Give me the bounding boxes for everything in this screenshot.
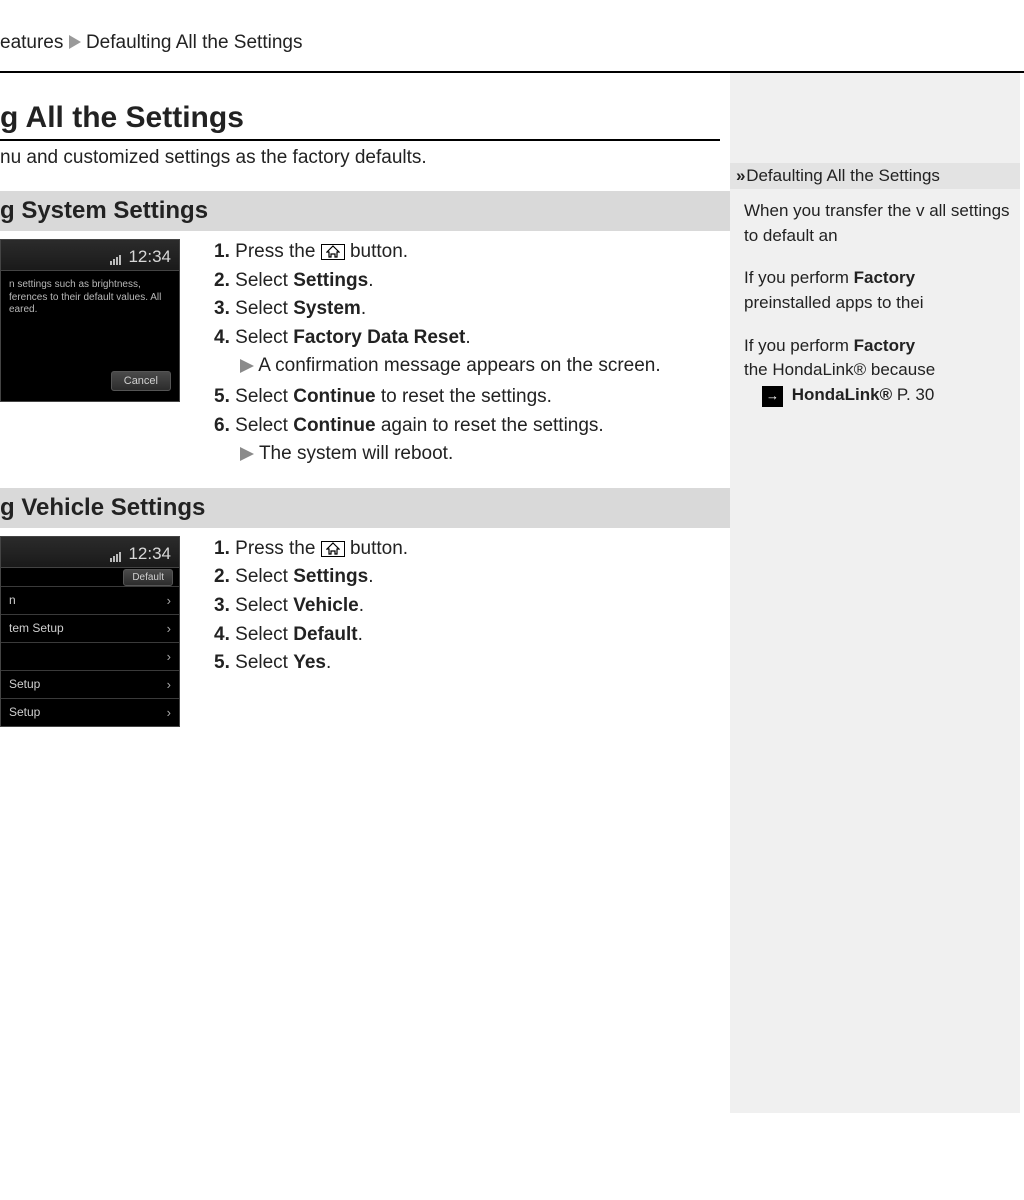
main-column: g All the Settings nu and customized set… xyxy=(0,73,730,745)
screenshot-statusbar: 12:34 xyxy=(1,537,179,568)
triangle-bullet-icon xyxy=(240,355,254,382)
sidebar-para: If you perform Factory the HondaLink® be… xyxy=(744,334,1020,408)
step-note: A confirmation message appears on the sc… xyxy=(240,353,730,382)
steps-vehicle: 1. Press the button. 2. Select Settings.… xyxy=(196,536,730,677)
screenshot-list-item: Setup› xyxy=(1,698,179,726)
steps-system-cont: 5. Select Continue to reset the settings… xyxy=(196,384,730,439)
triangle-bullet-icon xyxy=(240,443,254,470)
screenshot-list-item: tem Setup› xyxy=(1,614,179,642)
home-icon xyxy=(321,244,345,260)
sidebar-heading: » Defaulting All the Settings xyxy=(730,163,1020,189)
screenshot-clock: 12:34 xyxy=(128,247,171,267)
double-chevron-icon: » xyxy=(736,166,741,185)
step: 3. Select System. xyxy=(214,296,730,323)
home-icon xyxy=(321,541,345,557)
breadcrumb-separator-icon xyxy=(69,33,81,55)
screenshot-cancel-button: Cancel xyxy=(111,371,171,391)
chevron-right-icon: › xyxy=(167,677,171,692)
step-note: The system will reboot. xyxy=(240,441,730,470)
sidebar-link-label: HondaLink® xyxy=(792,385,892,404)
screenshot-list-item: Setup› xyxy=(1,670,179,698)
step: 2. Select Settings. xyxy=(214,268,730,295)
step: 3. Select Vehicle. xyxy=(214,593,730,620)
page-title: g All the Settings xyxy=(0,101,720,141)
step: 5. Select Continue to reset the settings… xyxy=(214,384,730,411)
subheading-system-settings: g System Settings xyxy=(0,191,730,231)
screenshot-list-item: › xyxy=(1,642,179,670)
sidebar-para: If you perform Factory preinstalled apps… xyxy=(744,266,1020,315)
signal-icon xyxy=(110,250,124,264)
screenshot-vehicle-settings: 12:34 Default n› tem Setup› › Setup› Set… xyxy=(0,536,180,727)
step: 1. Press the button. xyxy=(214,239,730,266)
chevron-right-icon: › xyxy=(167,649,171,664)
sidebar: » Defaulting All the Settings When you t… xyxy=(730,73,1020,1113)
breadcrumb: eatures Defaulting All the Settings xyxy=(0,0,1024,63)
screenshot-clock: 12:34 xyxy=(128,544,171,564)
screenshot-factory-reset: 12:34 n settings such as brightness, fer… xyxy=(0,239,180,402)
step: 4. Select Default. xyxy=(214,622,730,649)
chevron-right-icon: › xyxy=(167,705,171,720)
signal-icon xyxy=(110,547,124,561)
step: 1. Press the button. xyxy=(214,536,730,563)
breadcrumb-part1: eatures xyxy=(0,32,63,53)
sidebar-para: When you transfer the v all settings to … xyxy=(744,199,1020,248)
screenshot-list-item: n› xyxy=(1,586,179,614)
step: 4. Select Factory Data Reset. xyxy=(214,325,730,352)
intro-text: nu and customized settings as the factor… xyxy=(0,147,730,169)
breadcrumb-part2: Defaulting All the Settings xyxy=(86,32,303,53)
chevron-right-icon: › xyxy=(167,593,171,608)
chevron-right-icon: › xyxy=(167,621,171,636)
screenshot-default-button: Default xyxy=(123,569,173,586)
step: 2. Select Settings. xyxy=(214,564,730,591)
screenshot-statusbar: 12:34 xyxy=(1,240,179,271)
subheading-vehicle-settings: g Vehicle Settings xyxy=(0,488,730,528)
screenshot-body-text: n settings such as brightness, ferences … xyxy=(1,271,179,367)
step: 6. Select Continue again to reset the se… xyxy=(214,413,730,440)
step: 5. Select Yes. xyxy=(214,650,730,677)
link-arrow-icon: → xyxy=(762,386,783,407)
steps-system: 1. Press the button. 2. Select Settings.… xyxy=(196,239,730,351)
